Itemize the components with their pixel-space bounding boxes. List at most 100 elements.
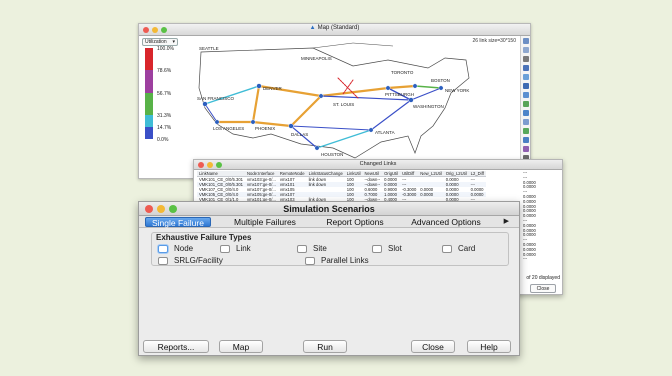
link[interactable] bbox=[204, 103, 218, 123]
zoom-in-icon[interactable] bbox=[522, 38, 529, 44]
close-links-button[interactable]: Close bbox=[530, 284, 556, 293]
city-label: TORONTO bbox=[391, 70, 414, 75]
node[interactable] bbox=[385, 85, 391, 91]
checkbox-box[interactable] bbox=[372, 244, 382, 253]
reports-button[interactable]: Reports... bbox=[143, 340, 209, 353]
displayed-count: of 20 displayed bbox=[526, 275, 560, 281]
map-toolbar bbox=[520, 36, 530, 178]
city-label: NEW YORK bbox=[445, 88, 469, 93]
link[interactable] bbox=[204, 85, 260, 105]
tab-advanced-options[interactable]: Advanced Options bbox=[403, 217, 489, 227]
help-button[interactable]: Help bbox=[467, 340, 511, 353]
link[interactable] bbox=[316, 129, 372, 149]
node[interactable] bbox=[318, 93, 324, 99]
run-button[interactable]: Run bbox=[303, 340, 347, 353]
export-icon[interactable] bbox=[522, 137, 529, 143]
site-checkbox[interactable]: Site bbox=[297, 244, 327, 253]
city-label: ATLANTA bbox=[375, 130, 395, 135]
link[interactable] bbox=[414, 85, 442, 89]
node[interactable] bbox=[256, 83, 262, 89]
link-icon[interactable] bbox=[522, 92, 529, 98]
close-button[interactable]: Close bbox=[411, 340, 455, 353]
network-map[interactable]: SEATTLE MINNEAPOLIS TORONTO BOSTON NEW Y… bbox=[183, 38, 518, 179]
legend-label: 78.6% bbox=[157, 68, 172, 74]
exhaustive-failure-group: Exhaustive Failure Types Node Link Site … bbox=[151, 232, 509, 266]
city-label: PHOENIX bbox=[255, 126, 275, 131]
filter-icon[interactable] bbox=[522, 146, 529, 152]
checkbox-box[interactable] bbox=[158, 256, 168, 265]
link[interactable] bbox=[319, 86, 390, 98]
parallel-links-checkbox[interactable]: Parallel Links bbox=[305, 256, 369, 265]
zoom-out-icon[interactable] bbox=[522, 47, 529, 53]
layer-icon[interactable] bbox=[522, 74, 529, 80]
map-window-title: ▲ Map (Standard) bbox=[139, 25, 530, 31]
link[interactable] bbox=[386, 84, 417, 90]
border-line bbox=[312, 42, 394, 49]
group-title: Exhaustive Failure Types bbox=[156, 233, 252, 242]
refresh-icon[interactable] bbox=[522, 110, 529, 116]
slot-checkbox[interactable]: Slot bbox=[372, 244, 402, 253]
node[interactable] bbox=[412, 83, 418, 89]
link[interactable] bbox=[251, 84, 261, 124]
search-icon[interactable] bbox=[522, 101, 529, 107]
overflow-cell: --- bbox=[523, 256, 528, 262]
column-header[interactable]: OrigUtil bbox=[382, 171, 401, 177]
node[interactable] bbox=[288, 123, 294, 129]
checkbox-label: Parallel Links bbox=[321, 256, 369, 265]
legend-label: 56.7% bbox=[157, 91, 172, 97]
map-button[interactable]: Map bbox=[219, 340, 263, 353]
legend-label: 100.0% bbox=[157, 46, 174, 52]
link[interactable] bbox=[370, 99, 412, 131]
failed-link[interactable] bbox=[337, 77, 359, 99]
checkbox-label: SRLG/Facility bbox=[174, 256, 223, 265]
print-icon[interactable] bbox=[522, 128, 529, 134]
grid-icon[interactable] bbox=[522, 119, 529, 125]
checkbox-box[interactable] bbox=[158, 244, 168, 253]
card-checkbox[interactable]: Card bbox=[442, 244, 475, 253]
link[interactable] bbox=[410, 87, 442, 101]
checkbox-box[interactable] bbox=[220, 244, 230, 253]
city-label: SAN FRANCISCO bbox=[197, 96, 235, 101]
chevron-down-icon: ▾ bbox=[172, 39, 175, 45]
checkbox-label: Slot bbox=[388, 244, 402, 253]
column-header[interactable]: Node:Interface bbox=[245, 171, 278, 177]
link-checkbox[interactable]: Link bbox=[220, 244, 251, 253]
node[interactable] bbox=[314, 145, 320, 151]
link-layer bbox=[204, 77, 442, 149]
link[interactable] bbox=[290, 125, 372, 131]
srlg-facility-checkbox[interactable]: SRLG/Facility bbox=[158, 256, 223, 265]
city-label: DALLAS bbox=[291, 132, 308, 137]
column-header[interactable]: Orig_L2Util bbox=[443, 171, 469, 177]
changed-links-body: VMK101_CE_0/0/5.301 vmx103:ge-0/... vmx107… bbox=[197, 177, 486, 202]
node[interactable] bbox=[202, 101, 208, 107]
metric-select[interactable]: Utilization ▾ bbox=[142, 38, 178, 46]
changed-links-titlebar: Changed Links bbox=[194, 160, 562, 170]
node[interactable] bbox=[438, 85, 444, 91]
checkbox-box[interactable] bbox=[305, 256, 315, 265]
tab-multiple-failures[interactable]: Multiple Failures bbox=[221, 217, 309, 227]
link[interactable] bbox=[289, 94, 323, 128]
column-header[interactable]: LinkStatusChange bbox=[306, 171, 345, 177]
node-checkbox[interactable]: Node bbox=[158, 244, 193, 253]
simulation-tabs: Single Failure Multiple Failures Report … bbox=[139, 216, 519, 228]
node[interactable] bbox=[214, 119, 220, 125]
column-header[interactable]: LinkUtil bbox=[344, 171, 363, 177]
node[interactable] bbox=[368, 127, 374, 133]
column-header[interactable]: RemoteNode bbox=[277, 171, 307, 177]
pan-icon[interactable] bbox=[522, 56, 529, 62]
node[interactable] bbox=[250, 119, 256, 125]
column-header[interactable]: L2_Diff bbox=[468, 171, 486, 177]
select-icon[interactable] bbox=[522, 65, 529, 71]
node[interactable] bbox=[408, 97, 414, 103]
tab-report-options[interactable]: Report Options bbox=[315, 217, 395, 227]
legend-swatch-100 bbox=[145, 48, 153, 70]
map-titlebar: ▲ Map (Standard) bbox=[139, 24, 530, 36]
legend-swatch-78 bbox=[145, 70, 153, 93]
tab-single-failure[interactable]: Single Failure bbox=[145, 217, 211, 228]
tab-scroll-right-icon[interactable]: ▶ bbox=[504, 217, 509, 225]
column-header[interactable]: New_L2Util bbox=[418, 171, 444, 177]
node-icon[interactable] bbox=[522, 83, 529, 89]
legend-label: 31.3% bbox=[157, 113, 172, 119]
checkbox-box[interactable] bbox=[442, 244, 452, 253]
checkbox-box[interactable] bbox=[297, 244, 307, 253]
